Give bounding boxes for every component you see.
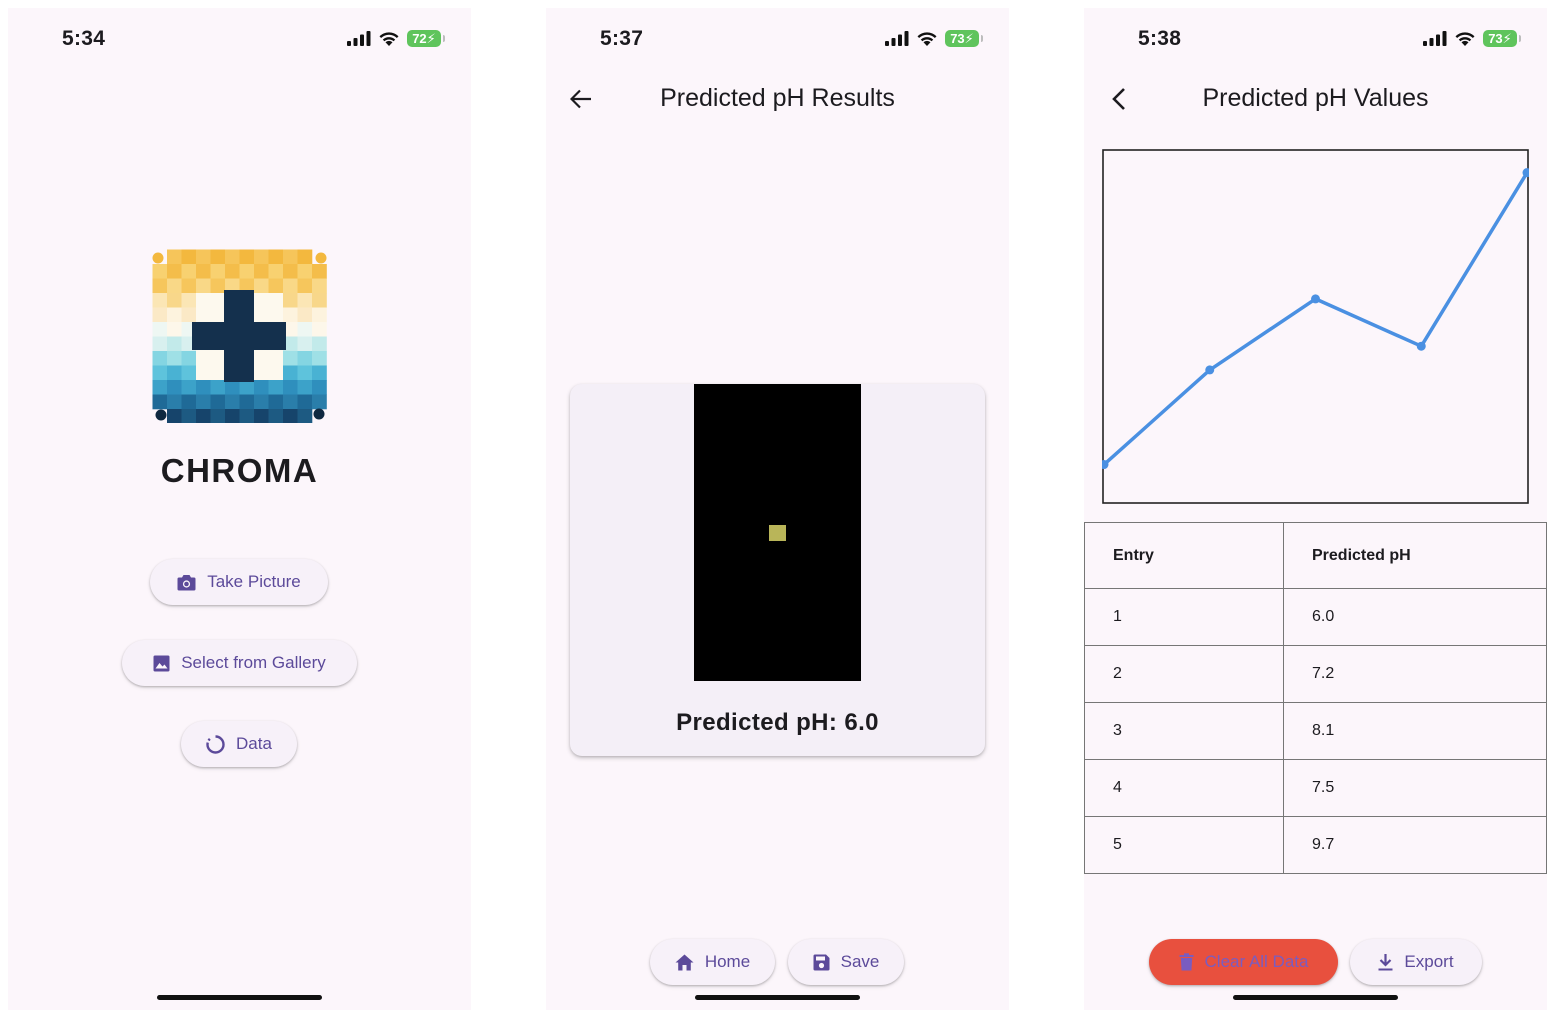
- select-from-gallery-label: Select from Gallery: [181, 653, 326, 672]
- save-button[interactable]: Save: [788, 939, 904, 985]
- home-screen: 5:34 72 ⚡ CHROMA Take Picture Select from…: [8, 8, 471, 1010]
- loading-circle-icon: [206, 734, 225, 754]
- cell-entry: 3: [1084, 702, 1284, 760]
- cell-entry: 1: [1084, 588, 1284, 646]
- download-icon: [1378, 954, 1393, 971]
- status-icons: 72 ⚡: [347, 30, 445, 47]
- export-label: Export: [1404, 952, 1454, 971]
- take-picture-button[interactable]: Take Picture: [150, 559, 328, 605]
- header-entry: Entry: [1084, 522, 1284, 589]
- status-time: 5:37: [600, 27, 644, 50]
- camera-icon: [177, 574, 196, 590]
- battery-level: 73: [1488, 31, 1503, 46]
- ph-series-points: [1102, 168, 1529, 470]
- table-row: 2 7.2: [1084, 645, 1547, 703]
- ph-point-3: [1311, 294, 1320, 304]
- wifi-icon: [1455, 31, 1475, 46]
- predicted-ph-text: Predicted pH: 6.0: [676, 709, 879, 736]
- take-picture-label: Take Picture: [207, 572, 301, 591]
- data-screen: 5:38 73 ⚡ Predicted pH Values Entry Predi…: [1084, 8, 1547, 1010]
- cell-ph: 7.2: [1283, 645, 1547, 703]
- ph-data-table: Entry Predicted pH 1 6.0 2 7.2 3 8.1 4 7.5 5…: [1084, 522, 1547, 874]
- select-from-gallery-button[interactable]: Select from Gallery: [122, 640, 357, 686]
- cell-entry: 2: [1084, 645, 1284, 703]
- data-button[interactable]: Data: [181, 721, 297, 767]
- sample-color-patch: [769, 525, 786, 541]
- cell-ph: 7.5: [1283, 759, 1547, 817]
- battery-icon: 72 ⚡: [407, 30, 445, 47]
- page-title: Predicted pH Values: [1202, 84, 1429, 112]
- home-label: Home: [704, 952, 751, 971]
- sample-image: [694, 384, 861, 681]
- cell-entry: 4: [1084, 759, 1284, 817]
- header-predicted-ph: Predicted pH: [1283, 522, 1547, 589]
- results-screen: 5:37 73 ⚡ Predicted pH Results Predicted …: [546, 8, 1009, 1010]
- page-title: Predicted pH Results: [660, 84, 895, 112]
- clear-all-data-button[interactable]: Clear All Data: [1149, 939, 1338, 985]
- signal-icon: [1423, 31, 1447, 46]
- home-button[interactable]: Home: [650, 939, 775, 985]
- wifi-icon: [379, 31, 399, 46]
- ph-point-2: [1205, 365, 1215, 375]
- result-card: Predicted pH: 6.0: [570, 384, 985, 756]
- table-header-row: Entry Predicted pH: [1084, 522, 1547, 589]
- status-icons: 73 ⚡: [885, 30, 983, 47]
- status-time: 5:38: [1138, 27, 1182, 50]
- status-icons: 73 ⚡: [1423, 30, 1521, 47]
- cell-ph: 8.1: [1283, 702, 1547, 760]
- save-icon: [813, 954, 830, 970]
- chroma-logo: [152, 249, 327, 423]
- battery-icon: 73 ⚡: [1483, 30, 1521, 47]
- cell-entry: 5: [1084, 816, 1284, 874]
- table-row: 5 9.7: [1084, 816, 1547, 874]
- battery-icon: 73 ⚡: [945, 30, 983, 47]
- ph-series-line: [1102, 170, 1529, 467]
- ph-line-chart: [1102, 149, 1529, 504]
- data-label: Data: [236, 734, 272, 753]
- ph-point-4: [1416, 341, 1426, 351]
- signal-icon: [885, 31, 909, 46]
- battery-level: 72: [412, 31, 427, 46]
- image-icon: [153, 655, 170, 671]
- battery-level: 73: [950, 31, 965, 46]
- home-icon: [675, 954, 694, 970]
- cell-ph: 9.7: [1283, 816, 1547, 874]
- home-indicator: [695, 995, 860, 1000]
- trash-icon: [1179, 953, 1194, 971]
- export-button[interactable]: Export: [1350, 939, 1482, 985]
- home-indicator: [1233, 995, 1398, 1000]
- home-indicator: [157, 995, 322, 1000]
- table-row: 1 6.0: [1084, 588, 1547, 646]
- cell-ph: 6.0: [1283, 588, 1547, 646]
- save-label: Save: [840, 952, 880, 971]
- wifi-icon: [917, 31, 937, 46]
- app-name: CHROMA: [160, 452, 319, 489]
- chart-frame: [1102, 149, 1529, 504]
- table-row: 3 8.1: [1084, 702, 1547, 760]
- signal-icon: [347, 31, 371, 46]
- clear-all-data-label: Clear All Data: [1204, 952, 1309, 971]
- status-time: 5:34: [62, 27, 106, 50]
- table-row: 4 7.5: [1084, 759, 1547, 817]
